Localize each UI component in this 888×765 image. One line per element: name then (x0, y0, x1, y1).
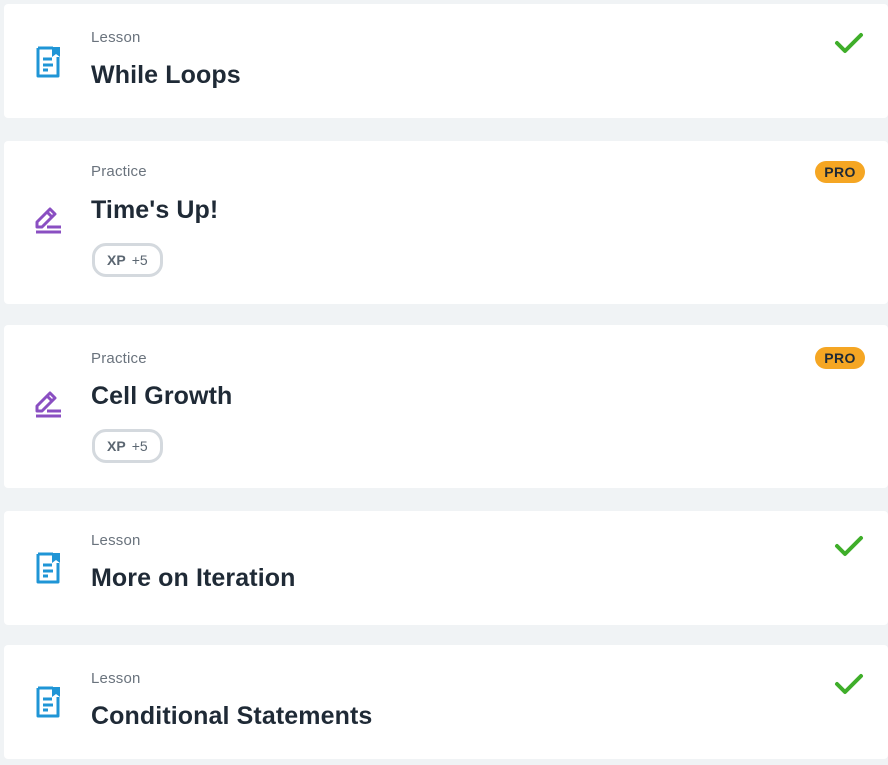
xp-value: +5 (131, 252, 148, 268)
lesson-card[interactable]: Lesson More on Iteration (4, 511, 888, 625)
card-title: Time's Up! (91, 196, 219, 224)
card-type-label: Lesson (91, 532, 141, 549)
check-icon (835, 674, 863, 694)
card-type-label: Lesson (91, 29, 141, 46)
card-title: Cell Growth (91, 382, 233, 410)
practice-pencil-icon (28, 383, 68, 423)
pro-badge: PRO (815, 347, 865, 369)
card-title: More on Iteration (91, 564, 296, 592)
lesson-card[interactable]: Lesson Conditional Statements (4, 645, 888, 759)
card-title: Conditional Statements (91, 702, 373, 730)
check-icon (835, 33, 863, 53)
xp-value: +5 (131, 438, 148, 454)
practice-card[interactable]: Practice Cell Growth XP +5 PRO (4, 325, 888, 488)
lesson-document-icon (28, 682, 68, 722)
practice-card[interactable]: Practice Time's Up! XP +5 PRO (4, 141, 888, 304)
lesson-document-icon (28, 42, 68, 82)
xp-label: XP (107, 438, 126, 454)
xp-badge: XP +5 (92, 429, 163, 463)
pro-badge: PRO (815, 161, 865, 183)
card-type-label: Lesson (91, 670, 141, 687)
practice-pencil-icon (28, 199, 68, 239)
lesson-card[interactable]: Lesson While Loops (4, 4, 888, 118)
check-icon (835, 536, 863, 556)
card-title: While Loops (91, 61, 241, 89)
xp-label: XP (107, 252, 126, 268)
lesson-document-icon (28, 548, 68, 588)
card-type-label: Practice (91, 350, 147, 367)
card-type-label: Practice (91, 163, 147, 180)
xp-badge: XP +5 (92, 243, 163, 277)
